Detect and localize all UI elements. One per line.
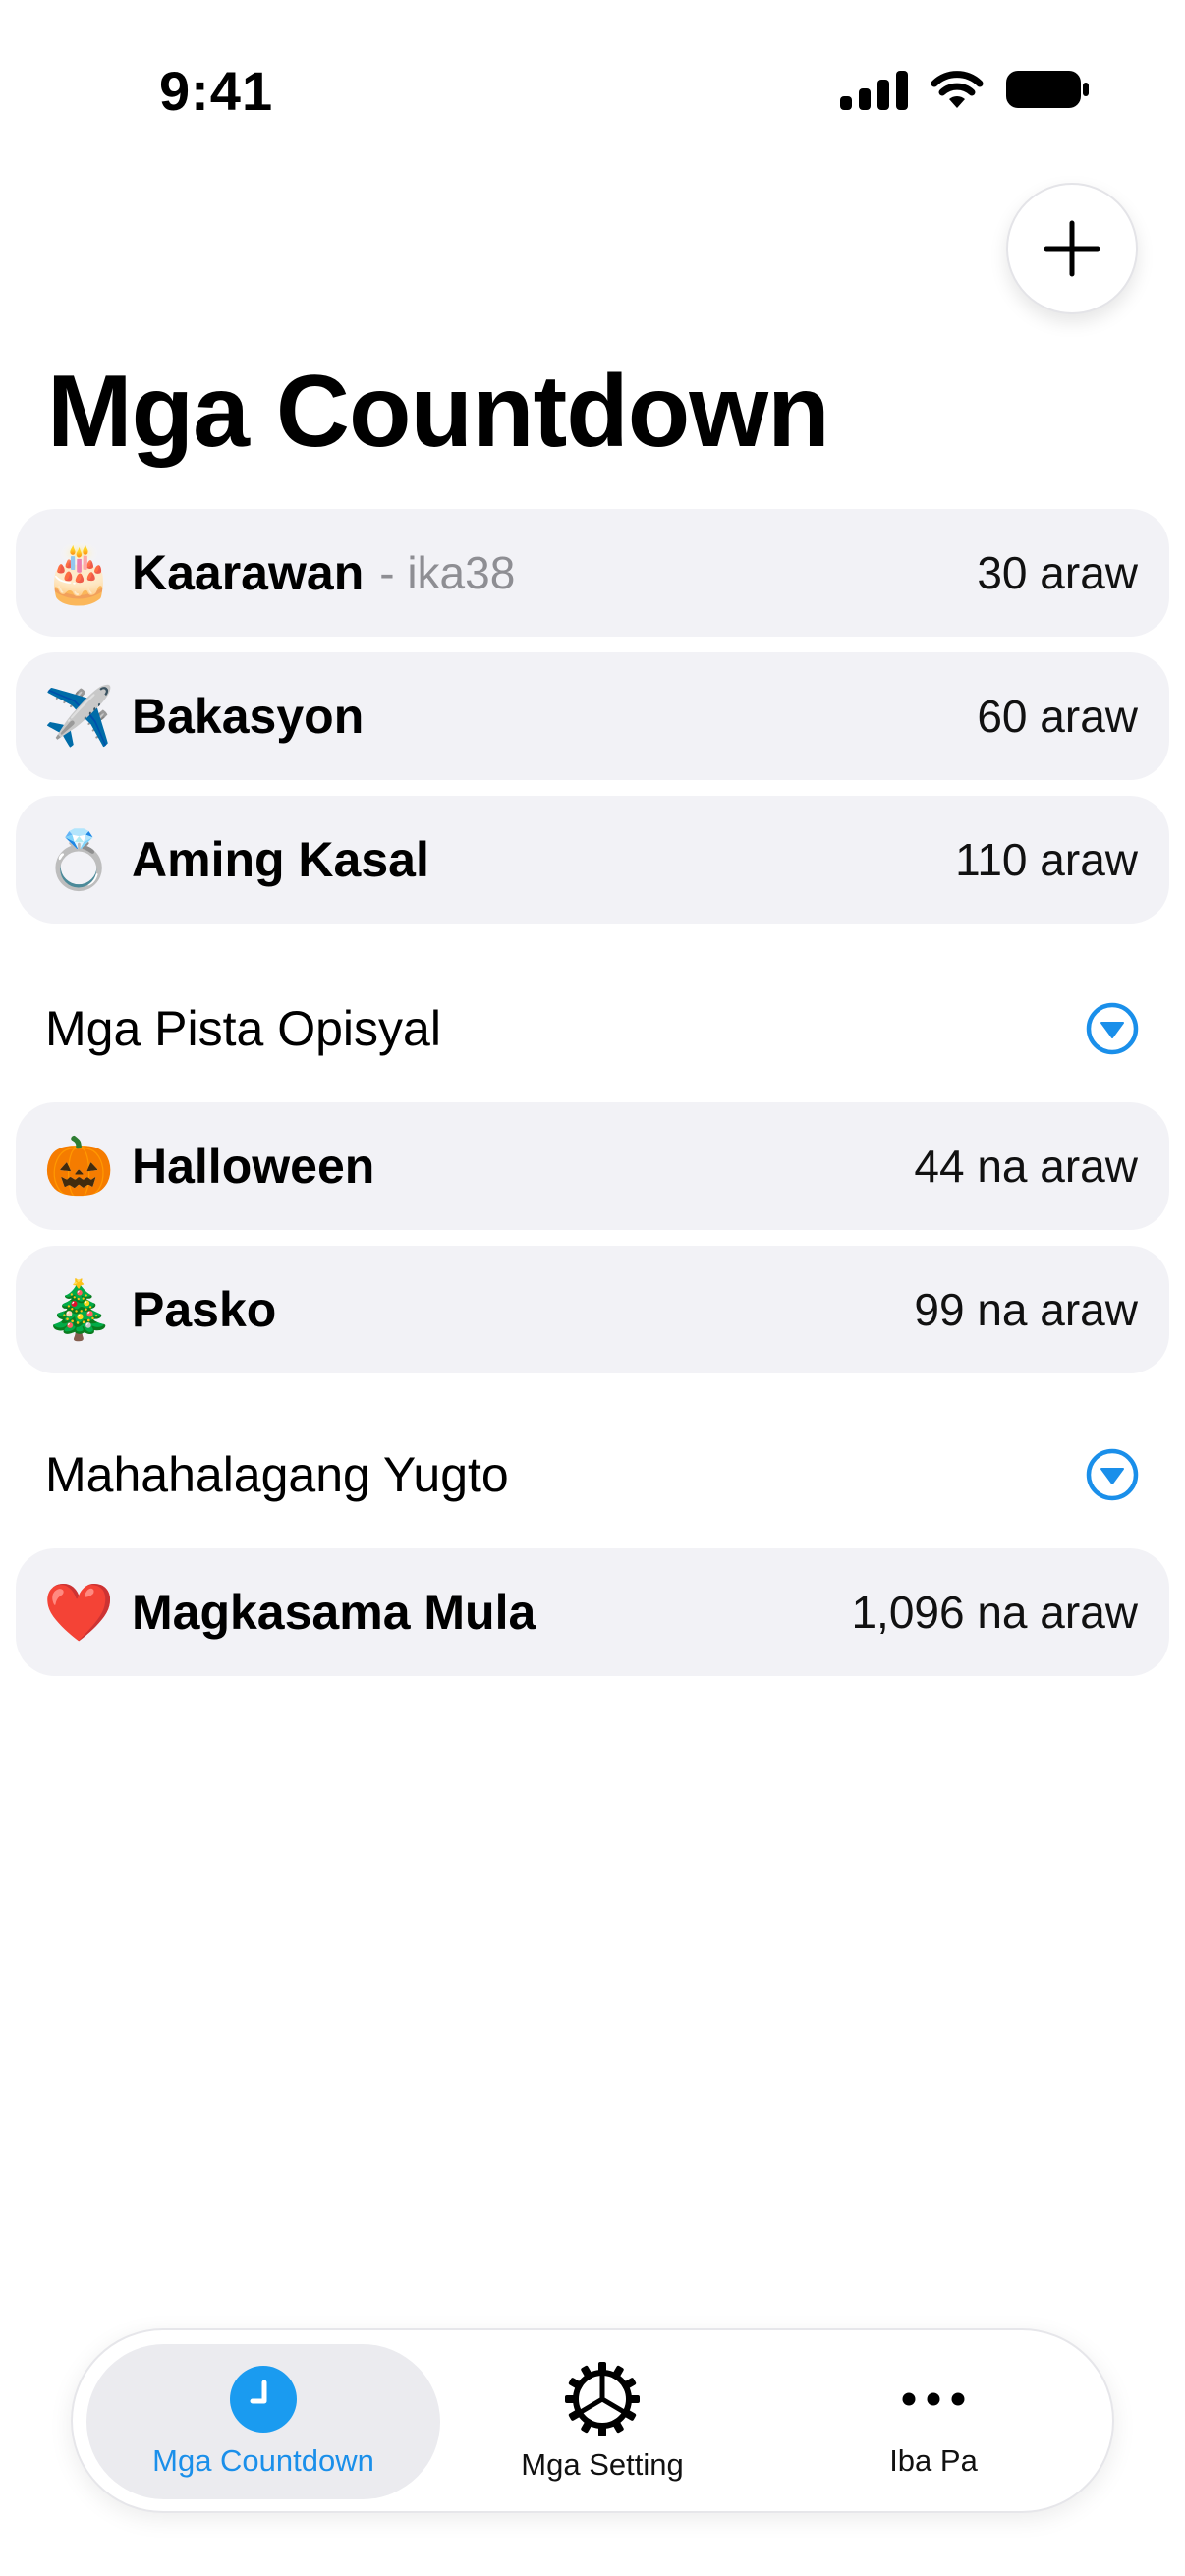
plus-icon — [1044, 220, 1100, 277]
countdown-days: 30 araw — [977, 547, 1138, 598]
add-countdown-button[interactable] — [1006, 183, 1138, 314]
milestone-days: 1,096 na araw — [851, 1587, 1138, 1638]
countdown-row-vacation[interactable]: ✈️ Bakasyon 60 araw — [16, 652, 1169, 780]
cake-icon: 🎂 — [43, 539, 115, 606]
clock-icon — [230, 2366, 297, 2433]
status-time: 9:41 — [159, 60, 274, 122]
gear-icon — [565, 2362, 640, 2436]
wifi-icon — [931, 71, 984, 108]
tab-more[interactable]: Iba Pa — [764, 2344, 1102, 2499]
milestone-row-together[interactable]: ❤️ Magkasama Mula 1,096 na araw — [16, 1548, 1169, 1676]
collapse-chevron-icon[interactable] — [1085, 1447, 1140, 1502]
countdown-list: 🎂 Kaarawan - ika38 30 araw ✈️ Bakasyon 6… — [16, 509, 1169, 939]
ellipsis-icon — [902, 2392, 965, 2406]
tab-settings[interactable]: Mga Setting — [440, 2344, 764, 2499]
countdown-subtitle: - ika38 — [379, 547, 516, 598]
milestone-list: ❤️ Magkasama Mula 1,096 na araw — [16, 1548, 1169, 1692]
collapse-chevron-icon[interactable] — [1085, 1001, 1140, 1056]
milestone-name: Magkasama Mula — [132, 1585, 536, 1640]
airplane-icon: ✈️ — [43, 683, 115, 750]
christmas-tree-icon: 🎄 — [43, 1276, 115, 1343]
page-title: Mga Countdown — [47, 355, 830, 469]
section-header-milestones: Mahahalagang Yugto — [45, 1446, 1140, 1503]
tab-countdowns[interactable]: Mga Countdown — [86, 2344, 440, 2499]
countdown-days: 60 araw — [977, 691, 1138, 742]
ring-icon: 💍 — [43, 826, 115, 893]
tab-label: Iba Pa — [889, 2443, 978, 2478]
countdown-row-birthday[interactable]: 🎂 Kaarawan - ika38 30 araw — [16, 509, 1169, 637]
section-header-holidays: Mga Pista Opisyal — [45, 1000, 1140, 1057]
battery-icon — [1006, 71, 1089, 108]
holiday-days: 44 na araw — [914, 1141, 1138, 1192]
heart-icon: ❤️ — [43, 1579, 115, 1646]
countdown-screen: 9:41 Mga Countdown 🎂 Kaarawan - ika38 30… — [0, 0, 1185, 2576]
holiday-days: 99 na araw — [914, 1284, 1138, 1335]
section-title: Mahahalagang Yugto — [45, 1447, 509, 1502]
countdown-row-wedding[interactable]: 💍 Aming Kasal 110 araw — [16, 796, 1169, 924]
holiday-list: 🎃 Halloween 44 na araw 🎄 Pasko 99 na ara… — [16, 1102, 1169, 1389]
section-title: Mga Pista Opisyal — [45, 1001, 441, 1056]
tab-bar: Mga Countdown Mga Setting Iba Pa — [71, 2328, 1114, 2513]
tab-label: Mga Setting — [521, 2447, 684, 2482]
countdown-name: Kaarawan — [132, 545, 365, 600]
holiday-row-halloween[interactable]: 🎃 Halloween 44 na araw — [16, 1102, 1169, 1230]
countdown-name: Aming Kasal — [132, 832, 429, 887]
holiday-row-christmas[interactable]: 🎄 Pasko 99 na araw — [16, 1246, 1169, 1373]
countdown-name: Bakasyon — [132, 689, 365, 744]
countdown-days: 110 araw — [955, 834, 1138, 885]
holiday-name: Pasko — [132, 1282, 277, 1337]
status-icons — [840, 69, 1089, 110]
holiday-name: Halloween — [132, 1139, 375, 1194]
tab-label: Mga Countdown — [152, 2443, 374, 2478]
pumpkin-icon: 🎃 — [43, 1133, 115, 1200]
cellular-signal-icon — [840, 69, 908, 110]
